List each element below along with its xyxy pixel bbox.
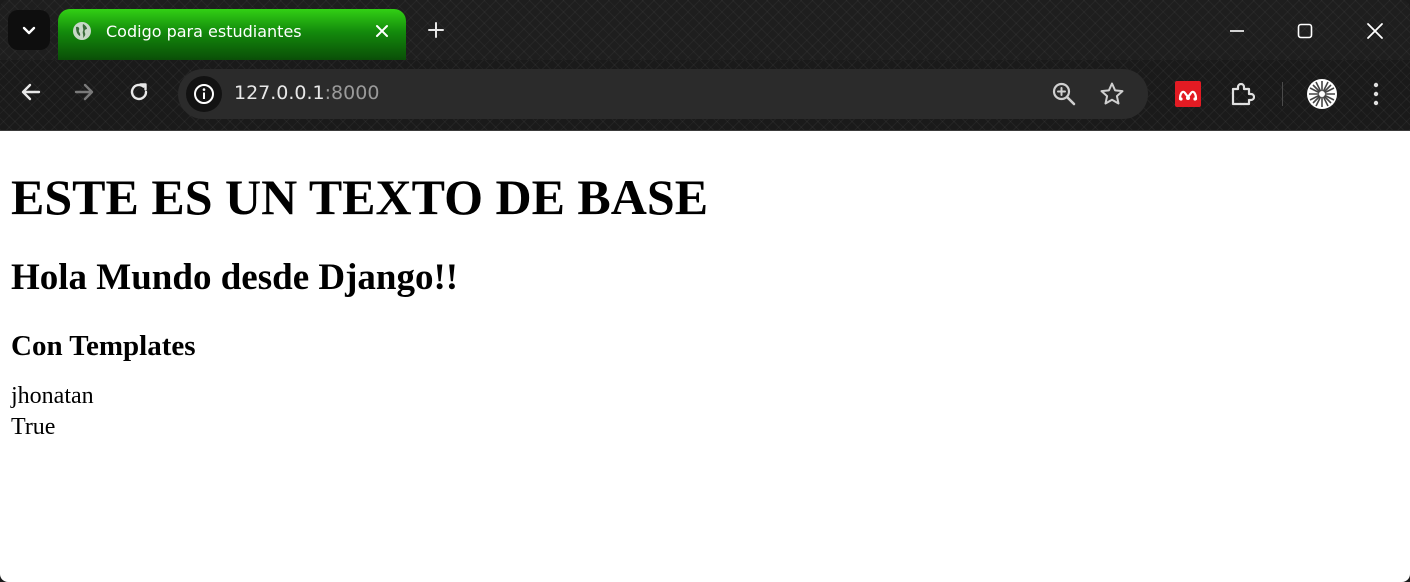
tab-search-button[interactable] [8,10,50,50]
avatar-icon [1307,79,1337,109]
menu-button[interactable] [1360,78,1392,110]
forward-button[interactable] [66,74,102,110]
reload-icon [130,83,148,101]
browser-toolbar: 127.0.0.1:8000 [0,60,1410,130]
new-tab-button[interactable] [420,14,452,46]
reload-button[interactable] [121,74,157,110]
tab-title: Codigo para estudiantes [106,22,302,41]
text-line-name: jhonatan [11,383,94,409]
globe-icon [73,22,91,40]
page-content: ESTE ES UN TEXTO DE BASE Hola Mundo desd… [0,169,1410,443]
site-info-button[interactable] [186,76,222,112]
text-line-flag: True [11,414,56,440]
mendeley-icon [1175,81,1201,107]
address-bar[interactable]: 127.0.0.1:8000 [178,69,1148,119]
page-heading-3: Con Templates [11,330,196,362]
browser-window: Codigo para estudiantes 127.0.0.1:8000 E… [0,0,1410,582]
page-heading-1: ESTE ES UN TEXTO DE BASE [11,169,709,225]
minimize-button[interactable] [1214,12,1260,50]
arrow-right-icon [74,83,94,101]
extensions-button[interactable] [1226,78,1258,110]
toolbar-divider [1282,82,1283,106]
profile-button[interactable] [1306,78,1338,110]
minimize-icon [1230,30,1244,32]
star-icon [1100,82,1124,105]
url-port: :8000 [324,82,380,104]
tab-strip: Codigo para estudiantes [0,0,1410,60]
maximize-button[interactable] [1282,12,1328,50]
more-vertical-icon [1373,82,1379,106]
info-icon [194,84,214,104]
close-icon [376,25,388,37]
back-button[interactable] [13,74,49,110]
url-host: 127.0.0.1 [234,82,325,104]
mendeley-extension-button[interactable] [1172,78,1204,110]
page-heading-2: Hola Mundo desde Django!! [11,257,459,298]
arrow-left-icon [21,83,41,101]
page-viewport: ESTE ES UN TEXTO DE BASE Hola Mundo desd… [0,130,1410,582]
tab-active[interactable]: Codigo para estudiantes [58,9,406,60]
bookmark-button[interactable] [1098,80,1126,108]
zoom-in-icon [1052,82,1076,106]
url-text[interactable]: 127.0.0.1:8000 [234,82,379,104]
plus-icon [428,22,444,38]
chevron-down-icon [22,26,36,35]
tab-close-button[interactable] [370,19,394,43]
close-window-button[interactable] [1352,12,1398,50]
close-icon [1367,23,1383,39]
zoom-button[interactable] [1050,80,1078,108]
puzzle-icon [1231,82,1255,106]
maximize-icon [1297,23,1313,39]
